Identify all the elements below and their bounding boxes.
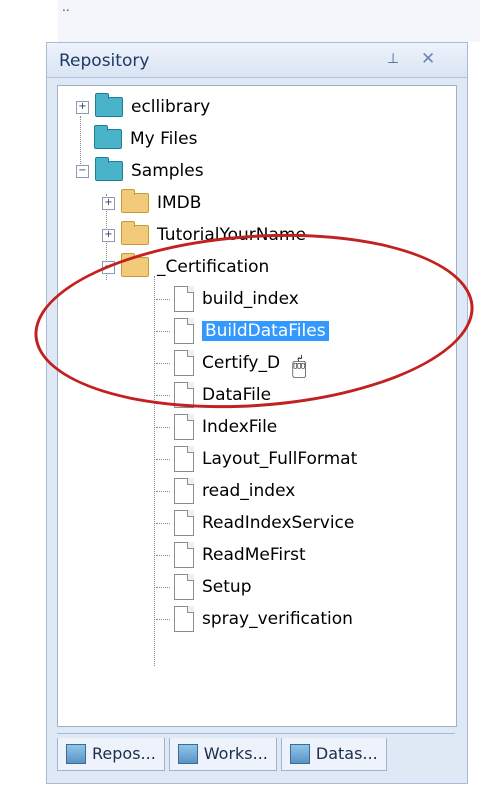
file-icon (174, 542, 194, 568)
expand-icon[interactable]: + (102, 228, 115, 242)
tree-item-setup[interactable]: Setup (156, 574, 251, 600)
expand-icon[interactable]: + (76, 100, 89, 114)
tab-repository[interactable]: Repos... (57, 737, 165, 771)
panel-tabs: Repos... Works... Datas... (57, 733, 455, 774)
tree-item-label: ReadIndexService (202, 513, 355, 533)
expand-icon[interactable]: + (102, 196, 115, 210)
tree-item-label: ecllibrary (131, 97, 211, 117)
tree-item-ecllibrary[interactable]: + ecllibrary (76, 93, 211, 120)
top-window-strip (40, 0, 480, 42)
tree-item-samples[interactable]: − Samples (76, 157, 204, 184)
tree-item-label: My Files (130, 129, 198, 149)
tree-item-label: Samples (131, 161, 204, 181)
file-icon (174, 574, 194, 600)
pin-icon[interactable]: ⊥ (387, 51, 399, 67)
file-icon (174, 446, 194, 472)
tree-item-label: IndexFile (202, 417, 278, 437)
folder-icon (94, 125, 122, 149)
tree-item-label: Layout_FullFormat (202, 449, 358, 469)
tree-connector (156, 522, 170, 524)
tab-label: Repos... (92, 744, 156, 763)
folder-icon (95, 157, 123, 181)
tree-item-readindexservice[interactable]: ReadIndexService (156, 510, 354, 536)
tree-item-indexfile[interactable]: IndexFile (156, 414, 277, 440)
tab-label: Works... (203, 744, 268, 763)
repository-icon (66, 743, 86, 764)
collapse-icon[interactable]: − (76, 164, 89, 178)
top-window-text: .. (62, 0, 70, 14)
tree-item-label: spray_verification (202, 609, 353, 629)
panel-title: Repository (59, 51, 150, 71)
tree-connector (156, 426, 170, 428)
repository-panel: Repository ⊥ ✕ + ecllibrary My Files − S… (46, 42, 468, 784)
tree-item-my-files[interactable]: My Files (94, 125, 198, 152)
tab-label: Datas... (315, 744, 378, 763)
tree-connector (156, 618, 170, 620)
tree-connector (156, 490, 170, 492)
file-icon (174, 606, 194, 632)
workspace-icon (177, 743, 198, 764)
tab-workspace[interactable]: Works... (168, 737, 277, 771)
tree-item-spray-verification[interactable]: spray_verification (156, 606, 353, 632)
file-icon (174, 510, 194, 536)
tree-item-label: IMDB (157, 193, 202, 213)
mouse-cursor-icon: 🖱 (292, 352, 307, 380)
tree-item-readmefirst[interactable]: ReadMeFirst (156, 542, 306, 568)
tree-connector (156, 586, 170, 588)
folder-icon (121, 189, 149, 213)
folder-icon (121, 221, 149, 245)
tree-connector (156, 458, 170, 460)
close-icon[interactable]: ✕ (421, 49, 435, 69)
file-icon (174, 414, 194, 440)
datasets-icon (289, 743, 310, 764)
tree-item-imdb[interactable]: + IMDB (102, 189, 202, 216)
tree-item-read-index[interactable]: read_index (156, 478, 295, 504)
tree-item-label: read_index (202, 481, 296, 501)
tab-datasets[interactable]: Datas... (280, 737, 387, 771)
tree-connector (156, 554, 170, 556)
tree-item-label: ReadMeFirst (202, 545, 306, 565)
file-icon (174, 478, 194, 504)
panel-titlebar: Repository ⊥ ✕ (47, 43, 467, 78)
tree-item-layout-fullformat[interactable]: Layout_FullFormat (156, 446, 357, 472)
tree-item-label: Setup (202, 577, 252, 597)
folder-icon (95, 93, 123, 117)
